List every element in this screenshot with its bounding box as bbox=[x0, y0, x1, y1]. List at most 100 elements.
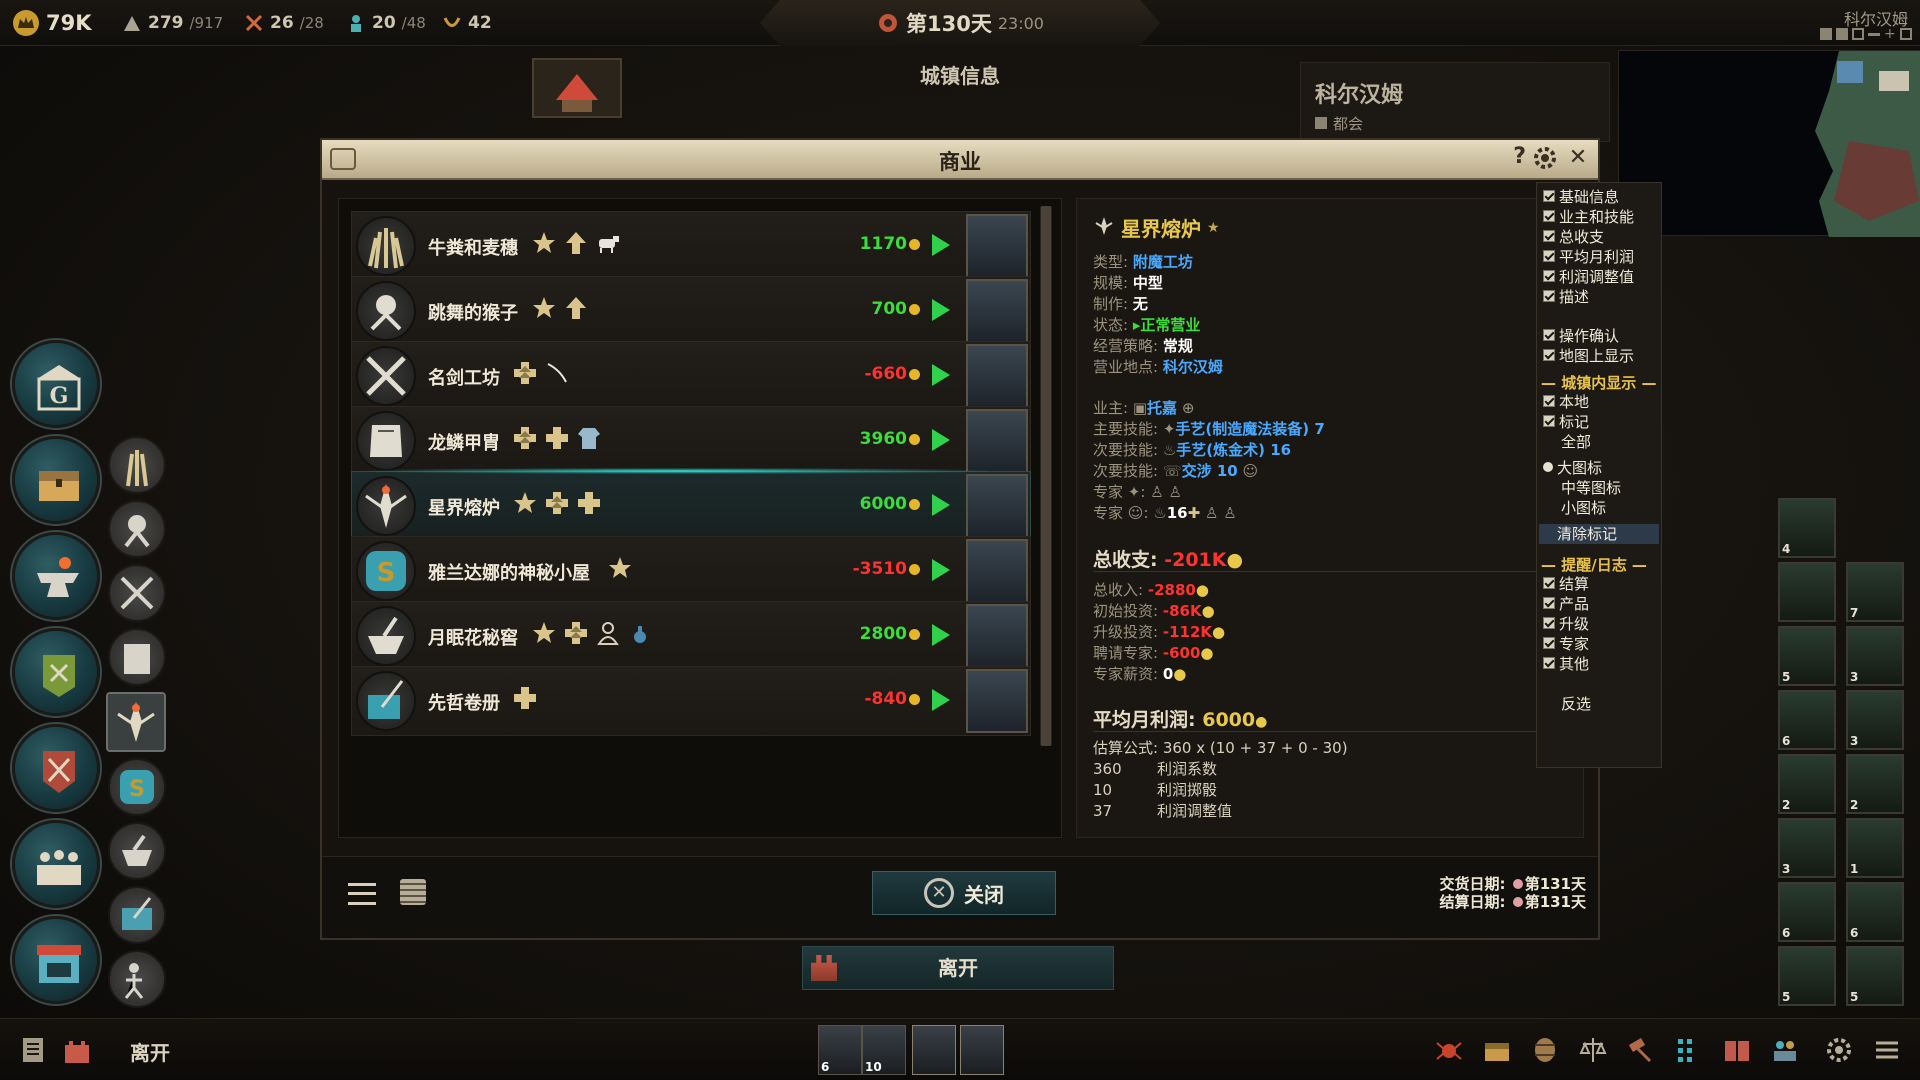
owner-portrait[interactable] bbox=[966, 539, 1028, 603]
barrel-icon[interactable] bbox=[1530, 1035, 1560, 1065]
square-icon[interactable] bbox=[1852, 28, 1864, 40]
add-circle-icon[interactable]: ⊕ bbox=[1182, 399, 1195, 417]
owner-portrait[interactable] bbox=[966, 344, 1028, 408]
day-indicator[interactable]: 第130天 23:00 bbox=[760, 0, 1160, 46]
house-icon[interactable] bbox=[1836, 28, 1848, 40]
unit-card[interactable]: 7 bbox=[1846, 562, 1904, 622]
dropdown-checkbox-item[interactable]: 业主和技能 bbox=[1543, 207, 1634, 226]
coin-stack-icon[interactable] bbox=[400, 879, 426, 905]
play-icon[interactable] bbox=[932, 299, 950, 321]
dropdown-checkbox-item[interactable]: 其他 bbox=[1543, 654, 1589, 673]
city-tab-button[interactable] bbox=[532, 58, 622, 118]
menu-icon[interactable] bbox=[348, 883, 376, 905]
unit-card[interactable]: 3 bbox=[1778, 818, 1836, 878]
hammer-icon[interactable] bbox=[1626, 1035, 1656, 1065]
unit-card[interactable]: 2 bbox=[1778, 754, 1836, 814]
party-thumb[interactable]: 10 bbox=[862, 1025, 906, 1075]
dropdown-checkbox-item[interactable]: 描述 bbox=[1543, 287, 1589, 306]
dropdown-checkbox-item[interactable]: 利润调整值 bbox=[1543, 267, 1634, 286]
unit-card[interactable] bbox=[1778, 562, 1836, 622]
party-thumb[interactable] bbox=[912, 1025, 956, 1075]
icon-size-radio[interactable]: 中等图标 bbox=[1561, 478, 1621, 497]
dropdown-checkbox-item[interactable]: 总收支 bbox=[1543, 227, 1604, 246]
unit-card[interactable]: 6 bbox=[1778, 690, 1836, 750]
owner-portrait[interactable] bbox=[966, 279, 1028, 343]
dropdown-checkbox-item[interactable]: 升级 bbox=[1543, 614, 1589, 633]
party-thumb[interactable] bbox=[960, 1025, 1004, 1075]
unit-card[interactable]: 6 bbox=[1778, 882, 1836, 942]
leave-button[interactable]: 离开 bbox=[802, 946, 1114, 990]
business-list[interactable]: 牛粪和麦穗 1170 跳舞的猴子 700 名剑工坊 -660 龙鳞甲胄 3960 星界熔炉 600… bbox=[338, 198, 1062, 838]
people-icon[interactable] bbox=[1770, 1035, 1800, 1065]
dropdown-checkbox-item[interactable]: 基础信息 bbox=[1543, 187, 1619, 206]
settings-dropdown[interactable]: 基础信息 业主和技能 总收支 平均月利润 利润调整值 描述 操作确认 地图上显示 — 城镇内显示… bbox=[1536, 182, 1662, 768]
menu-icon[interactable] bbox=[1872, 1035, 1902, 1065]
dropdown-checkbox-item[interactable]: 本地 bbox=[1543, 392, 1589, 411]
business-row[interactable]: 先哲卷册 -840 bbox=[351, 666, 1031, 736]
business-row[interactable]: 跳舞的猴子 700 bbox=[351, 276, 1031, 346]
owner-link[interactable]: 托嘉 bbox=[1147, 399, 1177, 417]
scrollbar-thumb[interactable] bbox=[1041, 206, 1051, 746]
unit-card[interactable]: 6 bbox=[1846, 882, 1904, 942]
military-resource[interactable]: 26/28 bbox=[244, 10, 324, 36]
icon-size-radio[interactable]: 大图标 bbox=[1543, 458, 1602, 477]
business-row[interactable]: 月眠花秘窖 2800 bbox=[351, 601, 1031, 671]
dropdown-checkbox-item[interactable]: 平均月利润 bbox=[1543, 247, 1634, 266]
spider-icon[interactable] bbox=[1434, 1035, 1464, 1065]
unit-card[interactable]: 5 bbox=[1778, 626, 1836, 686]
gold-resource[interactable]: 79K bbox=[12, 10, 92, 36]
icon-size-radio[interactable]: 小图标 bbox=[1561, 498, 1606, 517]
owner-portrait[interactable] bbox=[966, 604, 1028, 668]
empty-person-icon[interactable]: ♙ bbox=[1223, 504, 1236, 522]
empty-person-icon[interactable]: ♙ bbox=[1168, 483, 1181, 501]
military-button[interactable] bbox=[12, 724, 100, 812]
council-button[interactable] bbox=[12, 820, 100, 908]
unit-card[interactable]: 3 bbox=[1846, 626, 1904, 686]
empty-person-icon[interactable]: ♙ bbox=[1205, 504, 1218, 522]
unit-card[interactable]: 5 bbox=[1846, 946, 1904, 1006]
minimap[interactable] bbox=[1618, 50, 1920, 237]
unit-card[interactable]: 1 bbox=[1846, 818, 1904, 878]
play-icon[interactable] bbox=[932, 364, 950, 386]
business-row[interactable]: S 雅兰达娜的神秘小屋 -3510 bbox=[351, 536, 1031, 606]
units-resource[interactable]: 20/48 bbox=[346, 10, 426, 36]
invert-selection-button[interactable]: 反选 bbox=[1561, 694, 1591, 713]
smithy-button[interactable] bbox=[12, 532, 100, 620]
shortcut-cellar[interactable] bbox=[108, 822, 166, 880]
dropdown-checkbox-item[interactable]: 操作确认 bbox=[1543, 326, 1619, 345]
business-row[interactable]: 龙鳞甲胄 3960 bbox=[351, 406, 1031, 476]
owner-portrait[interactable] bbox=[966, 474, 1028, 538]
book-icon[interactable] bbox=[1722, 1035, 1752, 1065]
unit-card[interactable]: 5 bbox=[1778, 946, 1836, 1006]
window-icon[interactable] bbox=[1900, 28, 1912, 40]
shortcut-monkey[interactable] bbox=[108, 500, 166, 558]
play-icon[interactable] bbox=[932, 494, 950, 516]
play-icon[interactable] bbox=[932, 234, 950, 256]
unit-card[interactable]: 3 bbox=[1846, 690, 1904, 750]
plus-icon[interactable]: + bbox=[1884, 27, 1896, 41]
market-button[interactable] bbox=[12, 916, 100, 1004]
shortcut-hut[interactable]: S bbox=[108, 758, 166, 816]
shortcut-sword[interactable] bbox=[108, 564, 166, 622]
minus-icon[interactable] bbox=[1868, 33, 1880, 36]
chest-icon[interactable] bbox=[1482, 1035, 1512, 1065]
dropdown-checkbox-item[interactable]: 专家 bbox=[1543, 634, 1589, 653]
scales-icon[interactable] bbox=[1578, 1035, 1608, 1065]
type-link[interactable]: 附魔工坊 bbox=[1133, 253, 1193, 271]
owner-portrait[interactable] bbox=[966, 409, 1028, 473]
owner-portrait[interactable] bbox=[966, 669, 1028, 733]
list-scrollbar[interactable] bbox=[1040, 206, 1052, 746]
business-row[interactable]: 名剑工坊 -660 bbox=[351, 341, 1031, 411]
settings-gear-icon[interactable] bbox=[1824, 1035, 1854, 1065]
dropdown-checkbox-item[interactable]: 标记 bbox=[1543, 412, 1589, 431]
unit-card[interactable]: 2 bbox=[1846, 754, 1904, 814]
settings-gear-icon[interactable] bbox=[1532, 145, 1558, 171]
shortcut-wheat[interactable] bbox=[108, 436, 166, 494]
shortcut-armor[interactable] bbox=[108, 628, 166, 686]
castle-icon[interactable] bbox=[62, 1035, 92, 1065]
bottom-leave-label[interactable]: 离开 bbox=[130, 1037, 170, 1066]
play-icon[interactable] bbox=[932, 559, 950, 581]
clear-marks-button[interactable]: 清除标记 bbox=[1539, 524, 1659, 544]
grid-icon[interactable] bbox=[1674, 1035, 1704, 1065]
owner-portrait[interactable] bbox=[966, 214, 1028, 278]
